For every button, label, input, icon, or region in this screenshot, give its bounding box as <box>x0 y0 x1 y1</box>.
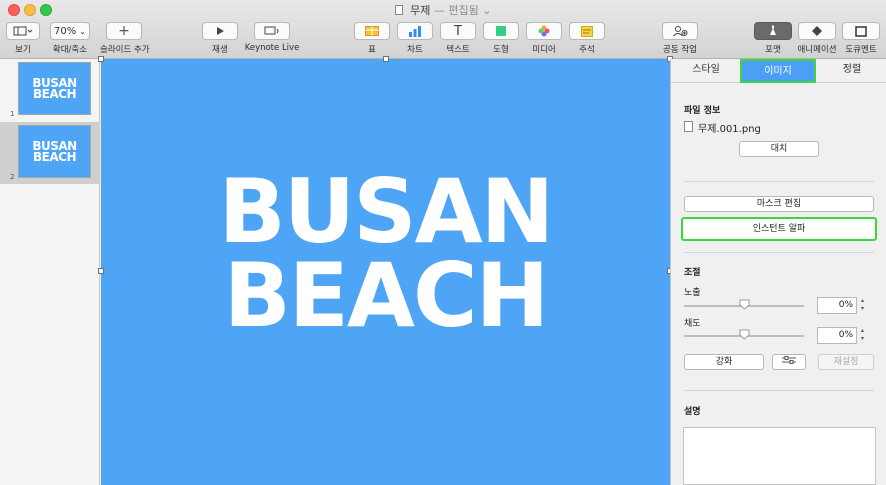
sliders-icon <box>782 356 796 364</box>
comment-button[interactable] <box>569 22 605 40</box>
adjust-settings-button[interactable] <box>772 354 806 370</box>
view-button[interactable] <box>6 22 40 40</box>
view-label: 보기 <box>15 45 31 55</box>
tab-image[interactable]: 이미지 <box>740 59 816 83</box>
edit-mask-button[interactable]: 마스크 편집 <box>684 196 874 212</box>
saturation-value[interactable]: 0% <box>817 327 857 344</box>
slide-title-line1: BUSAN <box>218 160 555 263</box>
divider <box>684 390 874 391</box>
resize-handle-top-left[interactable] <box>98 56 104 62</box>
edit-status: 편집됨 <box>448 4 479 17</box>
shape-button[interactable] <box>483 22 519 40</box>
exposure-value[interactable]: 0% <box>817 297 857 314</box>
saturation-label: 채도 <box>684 319 701 329</box>
zoom-tool[interactable]: 70% ⌄ 확대/축소 <box>50 22 90 55</box>
animate-button[interactable] <box>798 22 836 40</box>
thumbnail-text-line2: BEACH <box>33 149 76 164</box>
slide-image[interactable]: BUSAN BEACH <box>101 41 670 467</box>
table-button[interactable] <box>354 22 390 40</box>
thumbnail-text-line2: BEACH <box>33 86 76 101</box>
adjust-title: 조절 <box>684 268 701 278</box>
sidebar-icon <box>13 26 33 36</box>
saturation-slider-knob[interactable] <box>739 329 750 340</box>
chevron-down-icon: ⌄ <box>79 26 86 36</box>
text-icon: T <box>454 23 462 39</box>
replace-button[interactable]: 대치 <box>739 141 819 157</box>
resize-handle-left[interactable] <box>98 268 104 274</box>
document-icon <box>855 25 867 37</box>
add-person-icon <box>673 26 688 37</box>
chevron-down-icon[interactable]: ⌄ <box>482 4 491 17</box>
document-name: 무제 <box>410 4 431 17</box>
broadcast-icon <box>264 26 279 35</box>
slide-navigator: BUSAN BEACH 1 BUSAN BEACH 2 <box>0 59 100 485</box>
slide-canvas[interactable]: BUSAN BEACH <box>98 56 673 485</box>
slide-thumbnail-2[interactable]: BUSAN BEACH 2 <box>0 122 100 184</box>
keynote-document-icon <box>394 5 403 15</box>
tab-arrange[interactable]: 정렬 <box>817 59 886 83</box>
slide-number: 2 <box>10 173 15 181</box>
enhance-button[interactable]: 강화 <box>684 354 764 370</box>
table-icon <box>365 26 379 36</box>
slide-thumbnail-1[interactable]: BUSAN BEACH 1 <box>0 59 100 121</box>
exposure-label: 노출 <box>684 288 701 298</box>
slide-number: 1 <box>10 110 15 118</box>
saturation-stepper[interactable]: ▴ ▾ <box>859 327 866 344</box>
format-button[interactable] <box>754 22 792 40</box>
play-button[interactable] <box>202 22 238 40</box>
resize-handle-top[interactable] <box>383 56 389 62</box>
keynote-live-button[interactable] <box>254 22 290 40</box>
format-tool[interactable]: 포맷 <box>754 22 792 55</box>
exposure-stepper[interactable]: ▴ ▾ <box>859 297 866 314</box>
plus-icon: + <box>118 23 130 39</box>
inspector-tabs: 스타일 이미지 정렬 <box>671 59 886 83</box>
zoom-value: 70% <box>54 25 77 37</box>
zoom-label: 확대/축소 <box>52 45 88 55</box>
chart-button[interactable] <box>397 22 433 40</box>
media-button[interactable] <box>526 22 562 40</box>
window-title: 무제 — 편집됨 ⌄ <box>0 2 886 18</box>
file-info-title: 파일 정보 <box>684 106 721 116</box>
title-separator: — <box>433 4 445 17</box>
description-textarea[interactable] <box>683 427 876 485</box>
slide-title-line2: BEACH <box>223 244 550 347</box>
animate-tool[interactable]: 애니메이션 <box>794 22 840 55</box>
instant-alpha-button[interactable]: 인스턴트 알파 <box>681 217 877 241</box>
paintbrush-icon <box>770 25 776 35</box>
animate-label: 애니메이션 <box>797 45 837 55</box>
divider <box>684 181 874 182</box>
format-inspector: 스타일 이미지 정렬 파일 정보 무제.001.png 대치 마스크 편집 인스… <box>670 59 886 485</box>
document-label: 도큐멘트 <box>845 45 877 55</box>
view-tool[interactable]: 보기 <box>6 22 40 55</box>
reset-button[interactable]: 재설정 <box>818 354 874 370</box>
divider <box>684 252 874 253</box>
exposure-slider-knob[interactable] <box>739 299 750 310</box>
format-label: 포맷 <box>765 45 781 55</box>
text-button[interactable]: T <box>440 22 476 40</box>
document-button[interactable] <box>842 22 880 40</box>
bar-chart-icon <box>409 25 421 37</box>
animate-diamond-icon <box>812 26 822 36</box>
file-name: 무제.001.png <box>698 124 761 135</box>
add-slide-button[interactable]: + <box>106 22 142 40</box>
shape-icon <box>496 26 506 36</box>
collaborate-button[interactable] <box>662 22 698 40</box>
photos-icon <box>538 25 550 37</box>
description-title: 설명 <box>684 407 701 417</box>
document-tool[interactable]: 도큐멘트 <box>838 22 884 55</box>
slide-thumbnail-image[interactable]: BUSAN BEACH <box>18 62 91 115</box>
tab-style[interactable]: 스타일 <box>671 59 741 83</box>
slide-thumbnail-image[interactable]: BUSAN BEACH <box>18 125 91 178</box>
image-file-icon <box>684 121 693 132</box>
zoom-select[interactable]: 70% ⌄ <box>50 22 90 40</box>
play-icon <box>217 27 224 35</box>
comment-icon <box>581 25 593 37</box>
